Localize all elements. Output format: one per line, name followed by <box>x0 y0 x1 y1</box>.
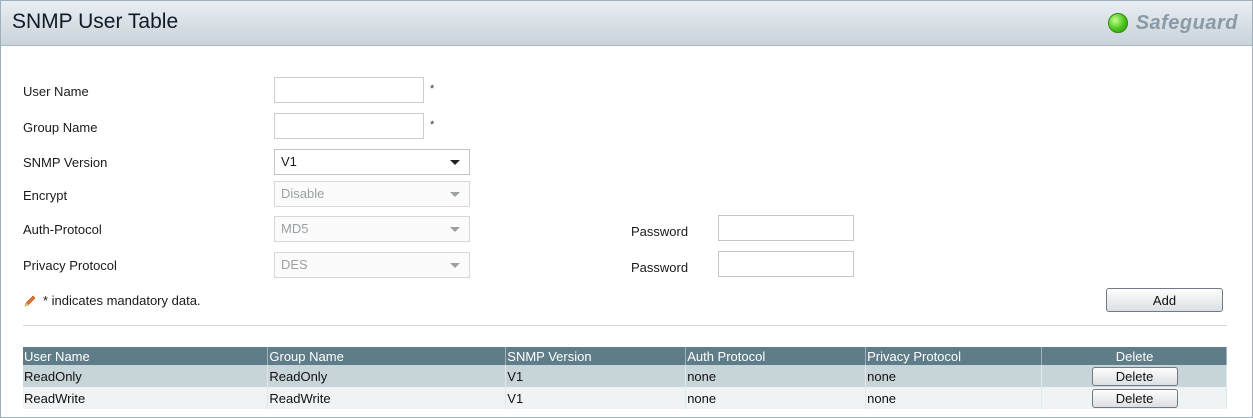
column-header-group-name: Group Name <box>267 347 507 365</box>
cell-group-name: ReadWrite <box>267 387 507 409</box>
privacy-password-label: Password <box>631 260 689 275</box>
auth-protocol-value: MD5 <box>281 221 309 236</box>
safeguard-label: Safeguard <box>1135 11 1238 34</box>
group-name-label: Group Name <box>23 120 98 135</box>
auth-password-input[interactable] <box>718 215 854 241</box>
chevron-down-icon <box>450 160 460 165</box>
user-name-input[interactable] <box>274 77 424 103</box>
snmp-user-table-panel: SNMP User Table Safeguard User Name * Gr… <box>0 0 1253 418</box>
chevron-down-icon <box>450 192 460 197</box>
status-green-dot-icon <box>1107 13 1128 33</box>
snmp-version-label: SNMP Version <box>23 155 108 170</box>
user-name-label: User Name <box>23 84 89 99</box>
cell-user-name: ReadWrite <box>23 387 269 409</box>
cell-delete: Delete <box>1041 387 1227 409</box>
auth-protocol-select[interactable]: MD5 <box>274 216 470 242</box>
pencil-icon <box>24 295 36 306</box>
snmp-user-table: User Name Group Name SNMP Version Auth P… <box>23 347 1227 409</box>
panel-header: SNMP User Table Safeguard <box>1 1 1252 46</box>
cell-group-name: ReadOnly <box>267 365 507 387</box>
encrypt-value: Disable <box>281 186 325 201</box>
cell-user-name: ReadOnly <box>23 365 269 387</box>
privacy-protocol-select[interactable]: DES <box>274 252 470 278</box>
privacy-password-input[interactable] <box>718 251 854 277</box>
cell-delete: Delete <box>1041 365 1227 387</box>
user-name-required-mark: * <box>430 83 435 95</box>
chevron-down-icon <box>450 227 460 232</box>
divider <box>23 325 1227 326</box>
mandatory-note-text: * indicates mandatory data. <box>43 293 201 308</box>
privacy-protocol-label: Privacy Protocol <box>23 258 117 273</box>
snmp-version-select[interactable]: V1 <box>274 149 470 175</box>
cell-privacy-protocol: none <box>865 387 1043 409</box>
column-header-privacy-protocol: Privacy Protocol <box>865 347 1043 365</box>
delete-button[interactable]: Delete <box>1091 366 1178 386</box>
safeguard-indicator[interactable]: Safeguard <box>1107 11 1238 35</box>
group-name-input[interactable] <box>274 113 424 139</box>
auth-protocol-label: Auth-Protocol <box>23 222 102 237</box>
table-header-row: User Name Group Name SNMP Version Auth P… <box>23 347 1227 365</box>
table-row: ReadOnly ReadOnly V1 none none Delete <box>23 365 1227 387</box>
column-header-snmp-version: SNMP Version <box>505 347 687 365</box>
cell-snmp-version: V1 <box>505 365 687 387</box>
group-name-required-mark: * <box>430 119 435 131</box>
add-button[interactable]: Add <box>1106 288 1223 312</box>
column-header-user-name: User Name <box>23 347 269 365</box>
privacy-protocol-value: DES <box>281 257 308 272</box>
cell-auth-protocol: none <box>685 387 867 409</box>
encrypt-label: Encrypt <box>23 188 68 203</box>
cell-auth-protocol: none <box>685 365 867 387</box>
auth-password-label: Password <box>631 224 689 239</box>
cell-privacy-protocol: none <box>865 365 1043 387</box>
snmp-version-value: V1 <box>281 154 297 169</box>
table-row: ReadWrite ReadWrite V1 none none Delete <box>23 387 1227 409</box>
page-title: SNMP User Table <box>12 10 179 33</box>
cell-snmp-version: V1 <box>505 387 687 409</box>
encrypt-select[interactable]: Disable <box>274 181 470 207</box>
mandatory-note: * indicates mandatory data. <box>23 293 201 308</box>
column-header-delete: Delete <box>1041 347 1227 365</box>
delete-button[interactable]: Delete <box>1091 388 1178 408</box>
column-header-auth-protocol: Auth Protocol <box>685 347 867 365</box>
chevron-down-icon <box>450 263 460 268</box>
